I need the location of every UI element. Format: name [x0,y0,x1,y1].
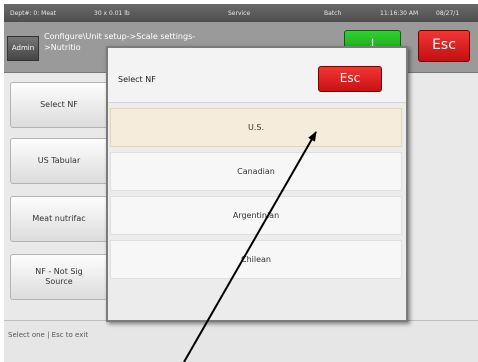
option-chilean[interactable]: Chilean [110,240,402,279]
status-text: Select one | Esc to exit [8,331,89,339]
option-canadian[interactable]: Canadian [110,152,402,191]
option-argentinian[interactable]: Argentinian [110,196,402,235]
admin-button[interactable]: Admin [7,36,39,61]
sidebar-item-nf-not-sig-source[interactable]: NF - Not Sig Source [10,254,108,300]
sidebar-item-label: Select NF [40,100,78,109]
batch-indicator: Batch [324,10,342,17]
scale-screen: Dept#: 0: Meat 30 x 0.01 lb Service Batc… [4,4,478,362]
option-us[interactable]: U.S. [110,108,402,147]
select-nf-dialog: Select NF Esc U.S. Canadian Argentinian … [106,46,408,322]
sidebar-item-select-nf[interactable]: Select NF [10,82,108,128]
bottom-status-bar [4,320,478,362]
dialog-esc-button[interactable]: Esc [318,66,382,92]
weight-indicator: 30 x 0.01 lb [94,10,130,17]
breadcrumb-line-1: Configure\Unit setup->Scale settings- [44,32,196,41]
sidebar-item-label: NF - Not Sig [35,267,83,276]
time-indicator: 11:16:30 AM [380,10,419,17]
sidebar-item-meat-nutrifacts[interactable]: Meat nutrifac [10,196,108,242]
date-indicator: 08/27/1 [436,10,460,17]
sidebar-item-us-tabular[interactable]: US Tabular [10,138,108,184]
dept-indicator: Dept#: 0: Meat [10,10,57,17]
sidebar-item-label: Source [45,277,73,286]
esc-button[interactable]: Esc [418,30,470,62]
status-top-bar: Dept#: 0: Meat 30 x 0.01 lb Service Batc… [4,4,478,22]
sidebar-item-label: Meat nutrifac [32,214,86,223]
dialog-title: Select NF [118,75,156,84]
mode-indicator: Service [228,10,251,17]
sidebar-item-label: US Tabular [37,156,81,165]
